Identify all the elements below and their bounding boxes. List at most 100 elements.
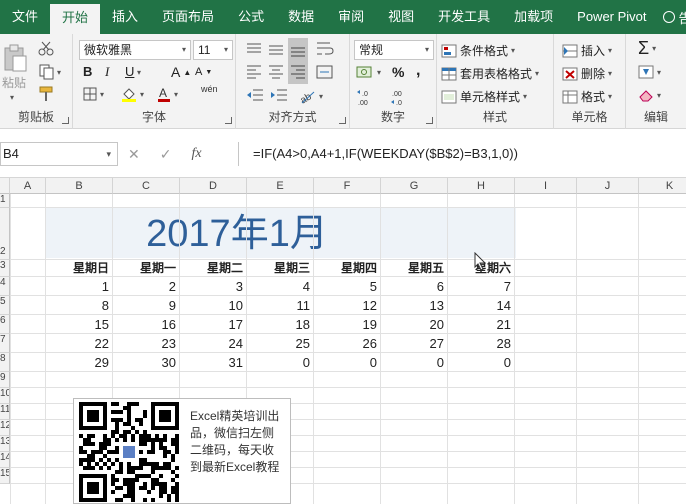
- phonetic-guide-button[interactable]: wén: [201, 84, 218, 94]
- borders-button[interactable]: ▾: [83, 87, 104, 101]
- date-cell[interactable]: 4: [247, 277, 314, 296]
- tab-insert[interactable]: 插入: [100, 0, 150, 34]
- number-format-select[interactable]: 常规 ▾: [354, 40, 434, 60]
- column-header-j[interactable]: J: [577, 178, 639, 194]
- tab-page-layout[interactable]: 页面布局: [150, 0, 226, 34]
- date-cell[interactable]: 0: [448, 353, 515, 372]
- row-header-12[interactable]: 12: [0, 420, 10, 436]
- date-cell[interactable]: 3: [180, 277, 247, 296]
- italic-button[interactable]: I: [105, 64, 109, 80]
- column-header-g[interactable]: G: [381, 178, 448, 194]
- cell-styles-button[interactable]: 单元格样式 ▾: [441, 88, 527, 105]
- align-middle-icon[interactable]: [268, 42, 284, 56]
- date-cell[interactable]: 1: [46, 277, 113, 296]
- decrease-indent-icon[interactable]: [246, 88, 264, 104]
- weekday-header-cell[interactable]: 星期三: [247, 260, 314, 277]
- date-cell[interactable]: 29: [46, 353, 113, 372]
- weekday-header-cell[interactable]: 星期二: [180, 260, 247, 277]
- weekday-header-cell[interactable]: 星期五: [381, 260, 448, 277]
- date-cell[interactable]: 13: [381, 296, 448, 315]
- comma-style-button[interactable]: ,: [416, 62, 420, 80]
- date-cell[interactable]: 0: [247, 353, 314, 372]
- column-header-a[interactable]: A: [10, 178, 46, 194]
- align-center-icon[interactable]: [268, 64, 284, 80]
- bold-button[interactable]: B: [83, 64, 92, 79]
- alignment-launcher-icon[interactable]: [339, 117, 346, 124]
- date-cell[interactable]: 11: [247, 296, 314, 315]
- tab-addins[interactable]: 加载项: [502, 0, 565, 34]
- tab-file[interactable]: 文件: [0, 0, 50, 34]
- row-header-13[interactable]: 13: [0, 436, 10, 452]
- format-as-table-button[interactable]: 套用表格格式 ▾: [441, 65, 539, 82]
- column-header-i[interactable]: I: [515, 178, 577, 194]
- font-size-select[interactable]: 11 ▾: [193, 40, 233, 60]
- row-header-4[interactable]: 4: [0, 277, 10, 296]
- column-header-e[interactable]: E: [247, 178, 314, 194]
- date-cell[interactable]: 17: [180, 315, 247, 334]
- tab-developer[interactable]: 开发工具: [426, 0, 502, 34]
- clipboard-launcher-icon[interactable]: [62, 117, 69, 124]
- decrease-decimal-icon[interactable]: .00.0: [390, 88, 412, 106]
- font-launcher-icon[interactable]: [225, 117, 232, 124]
- merge-center-icon[interactable]: [316, 64, 338, 80]
- conditional-formatting-button[interactable]: 条件格式 ▾: [441, 42, 515, 59]
- row-header-10[interactable]: 10: [0, 388, 10, 404]
- date-cell[interactable]: 18: [247, 315, 314, 334]
- fill-button[interactable]: ▾: [638, 65, 661, 79]
- name-box[interactable]: B4 ▾: [0, 142, 118, 166]
- tab-review[interactable]: 审阅: [326, 0, 376, 34]
- align-right-button[interactable]: [288, 60, 308, 84]
- font-color-button[interactable]: A ▾: [157, 86, 178, 102]
- increase-decimal-icon[interactable]: .0.00: [356, 88, 378, 106]
- date-cell[interactable]: 23: [113, 334, 180, 353]
- row-header-14[interactable]: 14: [0, 452, 10, 468]
- autosum-button[interactable]: Σ ▾: [638, 38, 656, 59]
- enter-icon[interactable]: ✓: [160, 146, 172, 163]
- date-cell[interactable]: 24: [180, 334, 247, 353]
- insert-function-icon[interactable]: fx: [191, 146, 201, 162]
- paste-button[interactable]: 粘贴 ▾: [2, 44, 28, 102]
- fill-color-button[interactable]: ▾: [121, 86, 144, 102]
- date-cell[interactable]: 7: [448, 277, 515, 296]
- date-cell[interactable]: 22: [46, 334, 113, 353]
- weekday-header-cell[interactable]: 星期日: [46, 260, 113, 277]
- insert-cells-button[interactable]: 插入 ▾: [562, 42, 612, 59]
- delete-cells-button[interactable]: 删除 ▾: [562, 65, 612, 82]
- date-cell[interactable]: 6: [381, 277, 448, 296]
- column-header-c[interactable]: C: [113, 178, 180, 194]
- row-header-15[interactable]: 15: [0, 468, 10, 484]
- column-header-d[interactable]: D: [180, 178, 247, 194]
- cut-button[interactable]: [38, 40, 54, 56]
- align-bottom-button[interactable]: [288, 38, 308, 60]
- align-left-icon[interactable]: [246, 64, 262, 80]
- font-name-select[interactable]: 微软雅黑 ▾: [79, 40, 191, 60]
- tab-home[interactable]: 开始: [50, 4, 101, 34]
- date-cell[interactable]: 27: [381, 334, 448, 353]
- clear-button[interactable]: ▾: [638, 88, 661, 102]
- copy-button[interactable]: ▾: [38, 64, 61, 80]
- date-cell[interactable]: 31: [180, 353, 247, 372]
- tab-data[interactable]: 数据: [276, 0, 326, 34]
- weekday-header-cell[interactable]: 星期一: [113, 260, 180, 277]
- date-cell[interactable]: 8: [46, 296, 113, 315]
- date-cell[interactable]: 9: [113, 296, 180, 315]
- date-cell[interactable]: 21: [448, 315, 515, 334]
- tell-me-search[interactable]: 告诉: [659, 8, 686, 27]
- align-top-icon[interactable]: [246, 42, 262, 56]
- date-cell[interactable]: 12: [314, 296, 381, 315]
- date-cell[interactable]: 28: [448, 334, 515, 353]
- date-cell[interactable]: 0: [314, 353, 381, 372]
- tab-formulas[interactable]: 公式: [226, 0, 276, 34]
- date-cell[interactable]: 26: [314, 334, 381, 353]
- format-cells-button[interactable]: 格式 ▾: [562, 88, 612, 105]
- date-cell[interactable]: 25: [247, 334, 314, 353]
- shrink-font-button[interactable]: A ▼: [195, 66, 212, 78]
- date-cell[interactable]: 14: [448, 296, 515, 315]
- number-launcher-icon[interactable]: [426, 117, 433, 124]
- date-cell[interactable]: 15: [46, 315, 113, 334]
- date-cell[interactable]: 0: [381, 353, 448, 372]
- date-cell[interactable]: 20: [381, 315, 448, 334]
- column-header-h[interactable]: H: [448, 178, 515, 194]
- row-header-8[interactable]: 8: [0, 353, 10, 372]
- grow-font-button[interactable]: A ▲: [171, 64, 191, 80]
